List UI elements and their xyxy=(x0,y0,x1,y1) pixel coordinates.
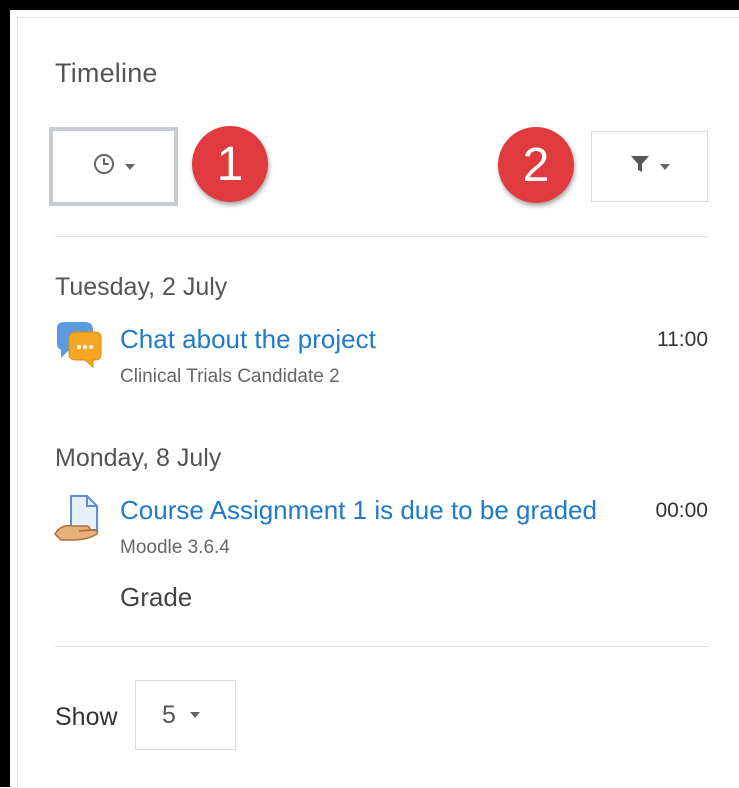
page-title: Timeline xyxy=(55,58,158,88)
divider xyxy=(55,236,708,237)
event-course: Clinical Trials Candidate 2 xyxy=(120,366,340,387)
chevron-down-icon xyxy=(124,163,135,170)
chevron-down-icon xyxy=(659,163,670,170)
chat-icon xyxy=(53,320,103,370)
callout-badge-1: 1 xyxy=(192,126,268,202)
event-link[interactable]: Course Assignment 1 is due to be graded xyxy=(120,495,597,526)
callout-badge-2: 2 xyxy=(498,127,574,203)
page-size-value: 5 xyxy=(162,700,176,729)
event-date: Tuesday, 2 July xyxy=(55,273,228,301)
chevron-down-icon xyxy=(189,712,200,718)
filter-icon xyxy=(630,154,650,179)
show-label: Show xyxy=(55,703,118,731)
divider xyxy=(55,646,708,647)
filter-dropdown-button[interactable] xyxy=(591,131,708,202)
sort-dropdown-button[interactable] xyxy=(49,127,178,206)
event-course: Moodle 3.6.4 xyxy=(120,537,230,558)
window-border-left xyxy=(0,0,10,787)
clock-icon xyxy=(93,153,115,180)
event-link[interactable]: Chat about the project xyxy=(120,324,376,355)
event-time: 11:00 xyxy=(657,328,708,351)
assignment-icon xyxy=(53,494,103,544)
event-time: 00:00 xyxy=(655,499,708,522)
grade-action-link[interactable]: Grade xyxy=(120,582,192,613)
window-border-top xyxy=(0,0,739,10)
page-size-select[interactable]: 5 xyxy=(135,680,236,750)
event-date: Monday, 8 July xyxy=(55,444,222,472)
